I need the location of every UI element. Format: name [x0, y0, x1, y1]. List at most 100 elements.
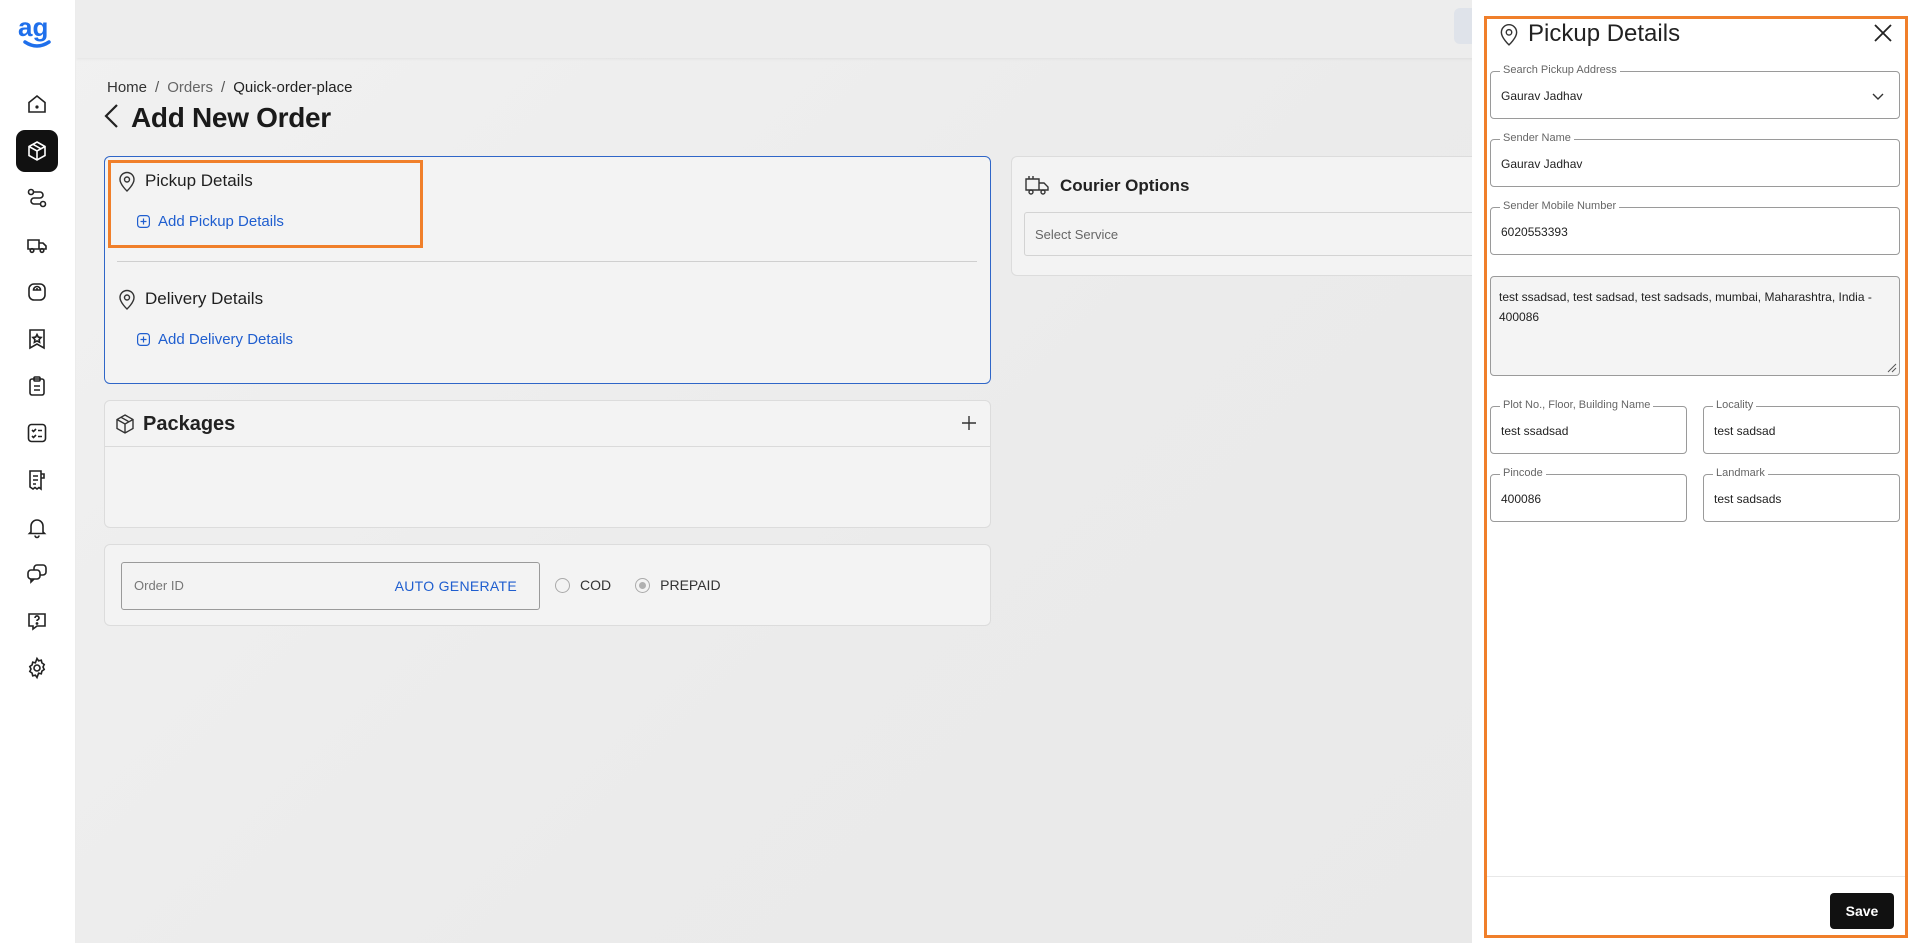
- box-icon: [116, 414, 134, 434]
- plus-square-icon: [137, 333, 150, 346]
- sidebar: ag: [0, 0, 76, 943]
- order-options-card: Order ID AUTO GENERATE COD PREPAID: [104, 544, 991, 626]
- star-badge-icon: [29, 329, 45, 350]
- breadcrumb-separator: /: [155, 79, 160, 96]
- bell-icon: [27, 519, 47, 539]
- location-pin-icon: [119, 171, 135, 192]
- add-delivery-details-link[interactable]: Add Delivery Details: [137, 331, 293, 348]
- pincode-label: Pincode: [1500, 467, 1546, 479]
- drawer-footer-divider: [1487, 876, 1905, 877]
- locality-field[interactable]: Locality test sadsad: [1703, 399, 1900, 454]
- save-button[interactable]: Save: [1830, 893, 1894, 929]
- sidebar-item-settings[interactable]: [16, 647, 58, 689]
- sidebar-item-checklist[interactable]: [16, 412, 58, 454]
- packages-header: Packages: [105, 401, 990, 447]
- app-logo[interactable]: ag: [17, 12, 57, 50]
- breadcrumb-current: Quick-order-place: [233, 79, 353, 96]
- prepaid-label: PREPAID: [660, 577, 721, 593]
- sidebar-item-courier[interactable]: [16, 224, 58, 266]
- courier-options-title: Courier Options: [1060, 176, 1190, 195]
- locality-value: test sadsad: [1714, 424, 1776, 438]
- packages-card: Packages: [104, 400, 991, 528]
- sidebar-item-invoice[interactable]: [16, 459, 58, 501]
- sender-mobile-field[interactable]: Sender Mobile Number 6020553393: [1490, 200, 1900, 255]
- breadcrumb: Home / Orders / Quick-order-place: [107, 79, 352, 96]
- add-pickup-details-label: Add Pickup Details: [158, 213, 284, 230]
- route-icon: [27, 188, 47, 208]
- add-package-button[interactable]: [958, 412, 980, 434]
- add-delivery-details-label: Add Delivery Details: [158, 331, 294, 348]
- landmark-field[interactable]: Landmark test sadsads: [1703, 467, 1900, 522]
- pickup-section-header: Pickup Details: [117, 170, 253, 192]
- order-id-placeholder: Order ID: [134, 578, 184, 593]
- courier-options-card: Courier Options Select Service: [1011, 156, 1551, 276]
- pincode-value: 400086: [1501, 492, 1542, 506]
- sender-mobile-value: 6020553393: [1501, 225, 1568, 239]
- chevron-left-icon: [104, 103, 118, 128]
- auto-generate-button[interactable]: AUTO GENERATE: [395, 578, 517, 594]
- plot-building-label: Plot No., Floor, Building Name: [1500, 399, 1654, 411]
- plot-building-field[interactable]: Plot No., Floor, Building Name test ssad…: [1490, 399, 1687, 454]
- close-drawer-button[interactable]: [1872, 22, 1894, 44]
- chevron-down-icon: [1872, 93, 1884, 100]
- resize-handle-icon[interactable]: [1885, 361, 1897, 373]
- pickup-details-drawer: Pickup Details Search Pickup Address Gau…: [1472, 0, 1918, 943]
- location-pin-icon: [1500, 24, 1518, 46]
- sidebar-item-orders[interactable]: [16, 130, 58, 172]
- plus-icon: [962, 416, 976, 430]
- checklist-icon: [27, 423, 47, 443]
- sidebar-item-badge[interactable]: [16, 318, 58, 360]
- plus-square-icon: [137, 215, 150, 228]
- help-icon: [28, 613, 46, 631]
- clipboard-icon: [29, 376, 45, 396]
- payment-type-group: COD PREPAID: [555, 577, 735, 593]
- prepaid-radio[interactable]: [635, 577, 651, 593]
- scale-icon: [28, 283, 46, 301]
- pincode-field[interactable]: Pincode 400086: [1490, 467, 1687, 522]
- close-icon: [1874, 24, 1892, 42]
- breadcrumb-orders[interactable]: Orders: [167, 79, 213, 96]
- search-pickup-address-label: Search Pickup Address: [1500, 64, 1620, 76]
- sidebar-item-routes[interactable]: [16, 177, 58, 219]
- full-address-textarea[interactable]: test ssadsad, test sadsad, test sadsads,…: [1490, 276, 1900, 376]
- sender-name-value: Gaurav Jadhav: [1501, 157, 1583, 171]
- search-pickup-address-value: Gaurav Jadhav: [1501, 89, 1583, 103]
- gear-icon: [28, 656, 46, 680]
- select-service-placeholder: Select Service: [1035, 227, 1119, 242]
- courier-options-header: Courier Options: [1024, 174, 1189, 198]
- delivery-truck-icon: [1025, 176, 1049, 195]
- locality-label: Locality: [1713, 399, 1757, 411]
- logo-text: ag: [18, 14, 48, 42]
- page-title-row: Add New Order: [103, 102, 331, 134]
- location-pin-icon: [119, 289, 135, 310]
- sender-name-field[interactable]: Sender Name Gaurav Jadhav: [1490, 132, 1900, 187]
- delivery-section-header: Delivery Details: [117, 288, 263, 310]
- pickup-section-title: Pickup Details: [145, 171, 253, 190]
- select-service-dropdown[interactable]: Select Service: [1024, 212, 1544, 256]
- breadcrumb-home[interactable]: Home: [107, 79, 147, 96]
- sidebar-item-notifications[interactable]: [16, 506, 58, 548]
- truck-icon: [27, 239, 47, 254]
- drawer-title: Pickup Details: [1528, 20, 1681, 47]
- add-pickup-details-link[interactable]: Add Pickup Details: [137, 213, 284, 230]
- sidebar-item-clipboard[interactable]: [16, 365, 58, 407]
- sidebar-item-help[interactable]: [16, 600, 58, 642]
- sender-name-label: Sender Name: [1500, 132, 1574, 144]
- landmark-label: Landmark: [1713, 467, 1768, 479]
- drawer-header: Pickup Details: [1498, 20, 1680, 48]
- cod-radio[interactable]: [555, 577, 570, 593]
- delivery-section-title: Delivery Details: [145, 289, 264, 308]
- packages-title: Packages: [143, 413, 236, 435]
- back-button[interactable]: [103, 103, 121, 134]
- sidebar-item-home[interactable]: [16, 83, 58, 125]
- sidebar-item-weight[interactable]: [16, 271, 58, 313]
- cod-label: COD: [580, 577, 612, 593]
- page-title: Add New Order: [131, 102, 331, 133]
- order-id-input[interactable]: Order ID AUTO GENERATE: [121, 562, 540, 610]
- sender-mobile-label: Sender Mobile Number: [1500, 200, 1620, 212]
- sidebar-item-chat[interactable]: [16, 553, 58, 595]
- search-pickup-address-select[interactable]: Search Pickup Address Gaurav Jadhav: [1490, 64, 1900, 119]
- address-card: Pickup Details Add Pickup Details Delive…: [104, 156, 991, 384]
- home-icon: [28, 94, 46, 113]
- chat-icon: [27, 564, 47, 584]
